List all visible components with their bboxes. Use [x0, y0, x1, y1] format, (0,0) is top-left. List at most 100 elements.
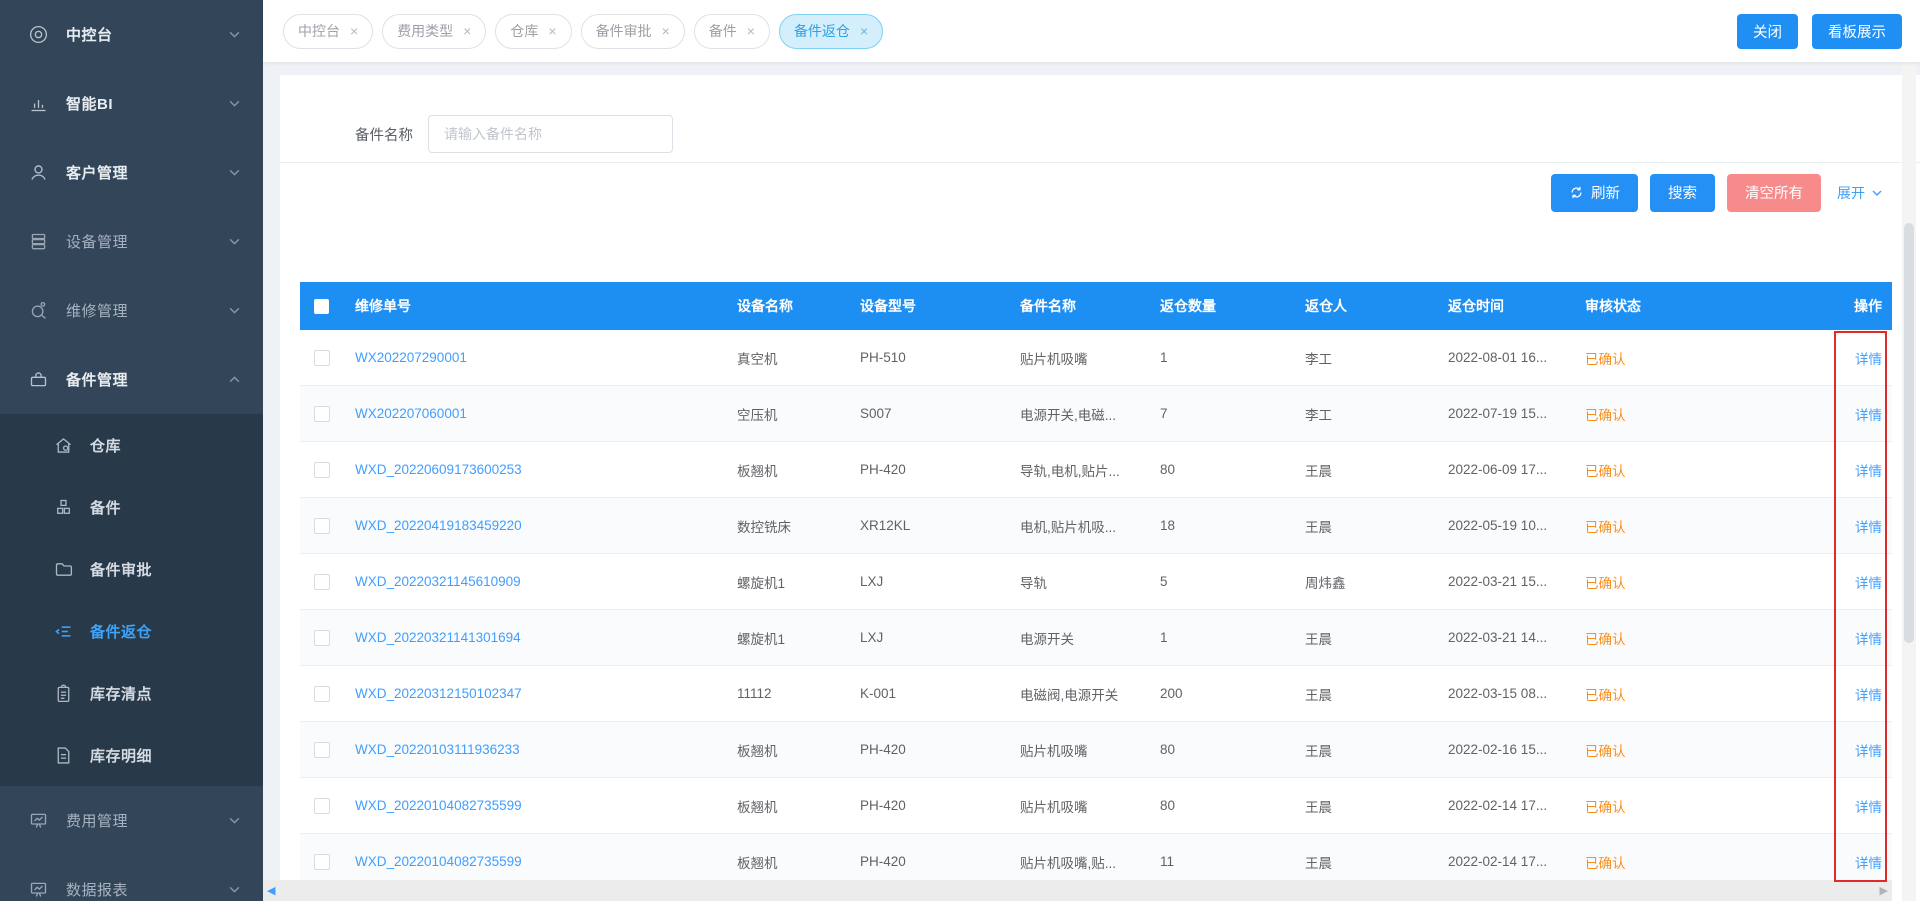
device-icon	[27, 231, 49, 253]
order-no-link[interactable]: WXD_20220104082735599	[355, 798, 522, 813]
repair-icon	[27, 300, 49, 322]
order-no-link[interactable]: WXD_20220609173600253	[355, 462, 522, 477]
vertical-scrollbar[interactable]	[1902, 13, 1916, 901]
tab-chip-bar: 中控台 × 费用类型 × 仓库 × 备件审批 × 备件 × 备件返仓 ×	[283, 14, 883, 49]
order-no-link[interactable]: WXD_20220312150102347	[355, 686, 522, 701]
sidebar-item-expense[interactable]: 费用管理	[0, 786, 263, 855]
detail-link[interactable]: 详情	[1855, 352, 1882, 367]
return-list-icon	[52, 620, 74, 642]
device-name-cell: 数控铣床	[737, 516, 860, 536]
select-all-checkbox[interactable]	[314, 299, 329, 314]
content-panel: 备件名称 刷新 搜索 清空所有 展开	[280, 75, 1920, 901]
sidebar-item-spare-parts[interactable]: 备件管理	[0, 345, 263, 414]
tab-chip-4[interactable]: 备件审批 ×	[581, 14, 685, 49]
device-model-cell: PH-510	[860, 350, 1020, 365]
refresh-button[interactable]: 刷新	[1551, 174, 1638, 212]
bi-icon	[27, 93, 49, 115]
table-row: WX202207290001 真空机 PH-510 贴片机吸嘴 1 李工 202…	[300, 330, 1892, 386]
scroll-left-arrow-icon[interactable]: ◀	[267, 884, 275, 897]
device-name-cell: 空压机	[737, 404, 860, 424]
return-qty-cell: 18	[1160, 518, 1305, 533]
sidebar-item-inventory-count[interactable]: 库存清点	[0, 662, 263, 724]
action-bar: 刷新 搜索 清空所有 展开	[280, 163, 1920, 222]
order-no-link[interactable]: WXD_20220321145610909	[355, 574, 521, 589]
horizontal-scrollbar[interactable]: ◀ ▶	[263, 880, 1892, 901]
sidebar-item-console[interactable]: 中控台	[0, 0, 263, 69]
row-checkbox[interactable]	[314, 406, 330, 422]
expand-toggle[interactable]: 展开	[1837, 183, 1883, 203]
column-header: 备件名称	[1020, 296, 1160, 316]
row-checkbox[interactable]	[314, 574, 330, 590]
close-tab-icon[interactable]: ×	[662, 24, 670, 38]
table-row: WXD_20220609173600253 板翘机 PH-420 导轨,电机,贴…	[300, 442, 1892, 498]
scrollbar-thumb[interactable]	[1904, 223, 1914, 643]
close-tab-icon[interactable]: ×	[463, 24, 471, 38]
detail-link[interactable]: 详情	[1855, 520, 1882, 535]
close-button[interactable]: 关闭	[1737, 14, 1798, 49]
part-name-cell: 贴片机吸嘴,贴...	[1020, 852, 1160, 872]
return-time-cell: 2022-06-09 17...	[1448, 462, 1585, 477]
row-checkbox[interactable]	[314, 742, 330, 758]
sidebar-item-bi[interactable]: 智能BI	[0, 69, 263, 138]
return-person-cell: 王晨	[1305, 740, 1448, 760]
order-no-link[interactable]: WXD_20220103111936233	[355, 742, 520, 757]
sidebar-item-customer[interactable]: 客户管理	[0, 138, 263, 207]
sidebar-item-parts[interactable]: 备件	[0, 476, 263, 538]
order-no-link[interactable]: WXD_20220104082735599	[355, 854, 522, 869]
sidebar-item-repair[interactable]: 维修管理	[0, 276, 263, 345]
close-tab-icon[interactable]: ×	[747, 24, 755, 38]
return-qty-cell: 1	[1160, 630, 1305, 645]
detail-link[interactable]: 详情	[1855, 688, 1882, 703]
row-checkbox[interactable]	[314, 686, 330, 702]
sidebar-item-parts-approval[interactable]: 备件审批	[0, 538, 263, 600]
detail-link[interactable]: 详情	[1855, 856, 1882, 871]
scroll-right-arrow-icon[interactable]: ▶	[1880, 884, 1888, 897]
detail-link[interactable]: 详情	[1855, 632, 1882, 647]
return-qty-cell: 80	[1160, 798, 1305, 813]
sidebar-item-inventory-detail[interactable]: 库存明细	[0, 724, 263, 786]
tab-chip-1[interactable]: 中控台 ×	[283, 14, 373, 49]
detail-link[interactable]: 详情	[1855, 464, 1882, 479]
detail-link[interactable]: 详情	[1855, 744, 1882, 759]
row-checkbox[interactable]	[314, 630, 330, 646]
board-display-button[interactable]: 看板展示	[1812, 14, 1902, 49]
close-tab-icon[interactable]: ×	[548, 24, 556, 38]
status-badge: 已确认	[1585, 408, 1626, 423]
tab-chip-2[interactable]: 费用类型 ×	[382, 14, 486, 49]
order-no-link[interactable]: WX202207060001	[355, 406, 467, 421]
device-name-cell: 螺旋机1	[737, 572, 860, 592]
row-checkbox[interactable]	[314, 350, 330, 366]
tab-chip-6[interactable]: 备件返仓 ×	[779, 14, 883, 49]
sidebar-item-report[interactable]: 数据报表	[0, 855, 263, 901]
order-no-link[interactable]: WXD_20220321141301694	[355, 630, 521, 645]
sidebar-item-parts-return[interactable]: 备件返仓	[0, 600, 263, 662]
clear-all-button[interactable]: 清空所有	[1727, 174, 1821, 212]
detail-link[interactable]: 详情	[1855, 576, 1882, 591]
device-name-cell: 螺旋机1	[737, 628, 860, 648]
row-checkbox[interactable]	[314, 798, 330, 814]
board-icon	[27, 810, 49, 832]
sidebar-item-warehouse[interactable]: 仓库	[0, 414, 263, 476]
return-person-cell: 李工	[1305, 404, 1448, 424]
close-tab-icon[interactable]: ×	[860, 24, 868, 38]
row-checkbox[interactable]	[314, 518, 330, 534]
chevron-down-icon	[228, 814, 241, 827]
row-checkbox[interactable]	[314, 462, 330, 478]
close-tab-icon[interactable]: ×	[350, 24, 358, 38]
tab-chip-5[interactable]: 备件 ×	[694, 14, 770, 49]
detail-link[interactable]: 详情	[1855, 408, 1882, 423]
sidebar-item-device[interactable]: 设备管理	[0, 207, 263, 276]
table-row: WXD_20220312150102347 11112 K-001 电磁阀,电源…	[300, 666, 1892, 722]
search-button[interactable]: 搜索	[1650, 174, 1715, 212]
tab-chip-3[interactable]: 仓库 ×	[495, 14, 571, 49]
status-badge: 已确认	[1585, 520, 1626, 535]
detail-link[interactable]: 详情	[1855, 800, 1882, 815]
return-qty-cell: 5	[1160, 574, 1305, 589]
document-icon	[52, 744, 74, 766]
row-checkbox[interactable]	[314, 854, 330, 870]
column-header: 设备型号	[860, 296, 1020, 316]
order-no-link[interactable]: WX202207290001	[355, 350, 467, 365]
return-time-cell: 2022-03-21 14...	[1448, 630, 1585, 645]
part-name-input[interactable]	[428, 115, 673, 153]
order-no-link[interactable]: WXD_20220419183459220	[355, 518, 522, 533]
